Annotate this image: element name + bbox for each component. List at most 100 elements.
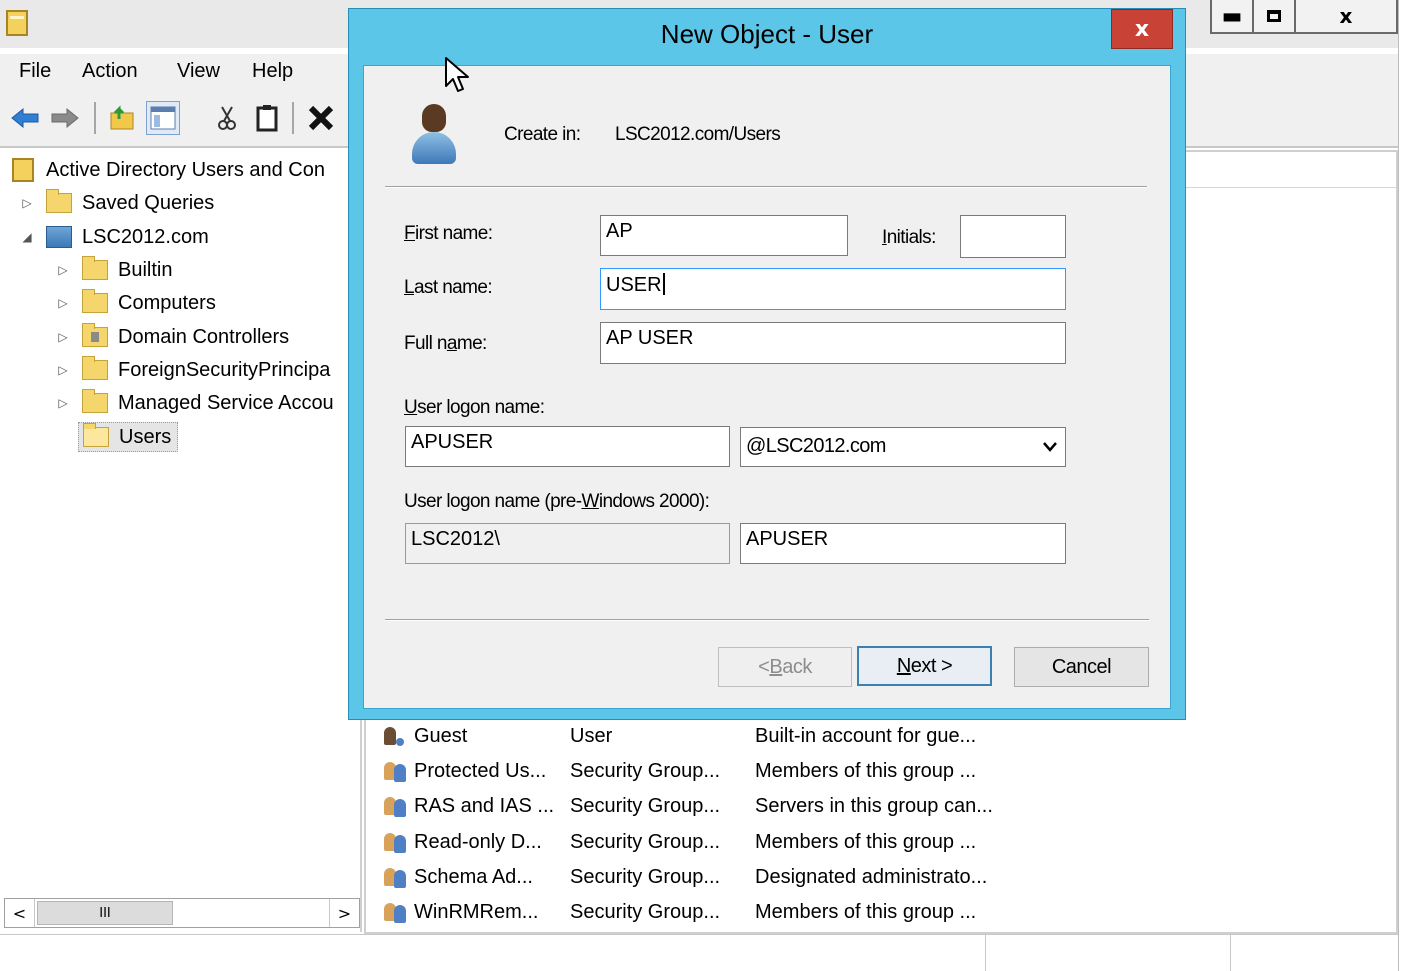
folder-icon <box>82 356 108 380</box>
list-item-name: Read-only D... <box>414 831 542 853</box>
first-name-field[interactable]: AP <box>600 215 848 256</box>
list-item-type: Security Group... <box>570 760 721 782</box>
logon-name-label: User logon name: <box>404 397 545 418</box>
aduc-icon <box>12 158 34 182</box>
group-icon <box>382 867 410 889</box>
close-window-button[interactable]: x <box>1296 0 1396 32</box>
scroll-left-button[interactable]: < <box>5 899 35 927</box>
window-controls: ▬ x <box>1210 0 1398 34</box>
tree-item-users[interactable]: Users <box>78 422 179 452</box>
maximize-button[interactable] <box>1254 0 1296 32</box>
last-name-field[interactable]: USER <box>600 268 1066 310</box>
group-icon <box>382 902 410 924</box>
chevron-down-icon <box>1043 442 1057 452</box>
list-item-description: Members of this group ... <box>755 831 977 853</box>
last-name-label: Last name: <box>404 277 493 298</box>
logon-name-field[interactable]: APUSER <box>405 426 730 467</box>
tree-item-builtin[interactable]: ▷ Builtin <box>56 255 172 285</box>
copy-icon[interactable] <box>250 101 284 135</box>
folder-icon <box>82 289 108 313</box>
user-icon <box>382 726 410 748</box>
show-hide-console-tree-icon[interactable] <box>146 101 180 135</box>
next-button[interactable]: Next > <box>857 646 992 686</box>
list-item-description: Members of this group ... <box>755 760 977 782</box>
expand-arrow-icon[interactable]: ▷ <box>56 296 70 310</box>
status-cell <box>1230 935 1231 971</box>
user-icon <box>410 104 458 164</box>
tree-item-label: Saved Queries <box>82 191 215 214</box>
list-header <box>1186 152 1396 188</box>
group-icon <box>382 796 410 818</box>
tree-item-computers[interactable]: ▷ Computers <box>56 288 216 318</box>
tree-item-domain[interactable]: ◢ LSC2012.com <box>20 222 209 252</box>
expand-arrow-icon[interactable]: ▷ <box>56 330 70 344</box>
folder-icon <box>46 189 72 213</box>
tree-item-label: Users <box>119 425 172 448</box>
expand-arrow-icon[interactable]: ▷ <box>56 363 70 377</box>
first-name-label: First name: <box>404 223 493 244</box>
tree-item-saved-queries[interactable]: ▷ Saved Queries <box>20 188 214 218</box>
list-item-name: RAS and IAS ... <box>414 795 555 817</box>
list-item-type: User <box>570 725 613 747</box>
list-item-type: Security Group... <box>570 795 721 817</box>
mouse-cursor-icon <box>445 57 469 92</box>
text-caret <box>662 273 665 295</box>
scroll-thumb[interactable]: III <box>37 901 173 925</box>
cut-icon[interactable] <box>210 101 244 135</box>
tree-item-foreign-security[interactable]: ▷ ForeignSecurityPrincipa <box>56 355 330 385</box>
dialog-close-button[interactable]: x <box>1111 9 1173 49</box>
tree-item-domain-controllers[interactable]: ▷ Domain Controllers <box>56 322 289 352</box>
create-in-label: Create in: <box>504 124 581 145</box>
tree-item-label: ForeignSecurityPrincipa <box>118 358 331 381</box>
back-arrow-icon[interactable] <box>8 101 42 135</box>
list-item-description: Built-in account for gue... <box>755 725 977 747</box>
expand-arrow-icon[interactable]: ▷ <box>56 263 70 277</box>
menu-view[interactable]: View <box>177 60 220 83</box>
upn-suffix-value: @LSC2012.com <box>746 435 886 457</box>
status-cell <box>985 935 986 971</box>
group-icon <box>382 832 410 854</box>
tree-root[interactable]: Active Directory Users and Con <box>12 155 325 185</box>
list-item-name: Protected Us... <box>414 760 547 782</box>
expand-arrow-icon[interactable]: ▷ <box>20 196 34 210</box>
folder-icon <box>82 256 108 280</box>
initials-field[interactable] <box>960 215 1066 258</box>
menu-action[interactable]: Action <box>82 60 138 83</box>
list-item-name: Schema Ad... <box>414 866 533 888</box>
initials-label: Initials: <box>882 227 936 248</box>
collapse-arrow-icon[interactable]: ◢ <box>20 230 34 244</box>
folder-open-icon <box>83 423 109 447</box>
pre2000-logon-label: User logon name (pre-Windows 2000): <box>404 491 710 512</box>
tree-item-label: LSC2012.com <box>82 225 209 248</box>
dialog-separator <box>385 186 1147 188</box>
expand-arrow-icon[interactable]: ▷ <box>56 396 70 410</box>
toolbar-separator <box>94 102 96 134</box>
forward-arrow-icon[interactable] <box>48 101 82 135</box>
tree-root-label: Active Directory Users and Con <box>46 158 325 181</box>
upn-suffix-dropdown[interactable]: @LSC2012.com <box>740 427 1066 467</box>
list-item-description: Designated administrato... <box>755 866 988 888</box>
new-user-dialog: New Object - User x <box>348 8 1186 720</box>
up-folder-icon[interactable] <box>106 101 140 135</box>
menu-file[interactable]: File <box>19 60 51 83</box>
toolbar-separator <box>292 102 294 134</box>
scroll-right-button[interactable]: > <box>329 899 359 927</box>
cancel-button[interactable]: Cancel <box>1014 647 1149 687</box>
delete-icon[interactable] <box>304 101 338 135</box>
list-item-type: Security Group... <box>570 831 721 853</box>
minimize-button[interactable]: ▬ <box>1212 0 1254 32</box>
pre2000-logon-field[interactable]: APUSER <box>740 523 1066 564</box>
maximize-icon <box>1267 10 1281 22</box>
tree-horizontal-scrollbar[interactable]: < III > <box>4 898 360 928</box>
aduc-app-icon <box>6 10 28 36</box>
full-name-field[interactable]: AP USER <box>600 322 1066 364</box>
create-in-path: LSC2012.com/Users <box>615 124 781 145</box>
list-item-description: Servers in this group can... <box>755 795 993 817</box>
menu-help[interactable]: Help <box>252 60 293 83</box>
full-name-label: Full name: <box>404 333 487 354</box>
tree-item-label: Managed Service Accou <box>118 391 334 414</box>
tree-item-managed-service[interactable]: ▷ Managed Service Accou <box>56 388 334 418</box>
list-item-type: Security Group... <box>570 866 721 888</box>
ou-folder-icon <box>82 323 108 347</box>
back-button[interactable]: < Back <box>718 647 852 687</box>
